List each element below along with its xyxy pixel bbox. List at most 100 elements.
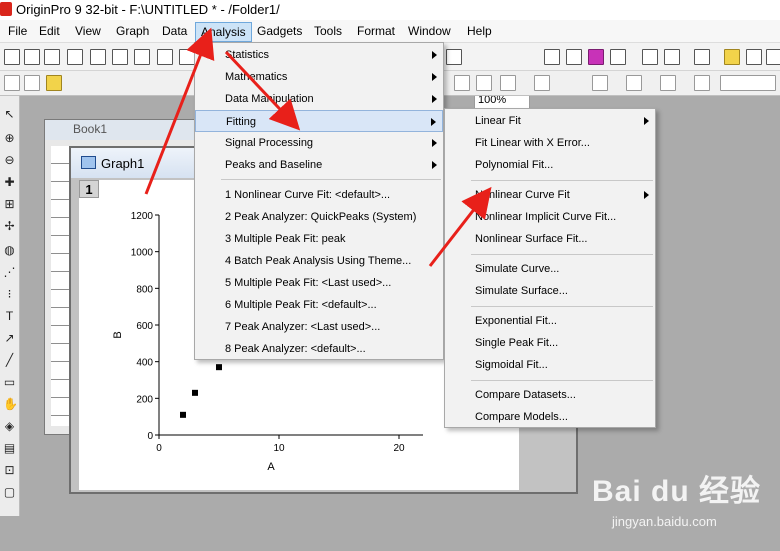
menu-graph[interactable]: Graph [111,23,154,41]
hand-tool-icon[interactable]: ✋ [3,398,18,411]
menu-item-simulate-surface[interactable]: Simulate Surface... [445,280,655,302]
analysis-menu: Statistics Mathematics Data Manipulation Fi… [194,42,444,360]
new-layout-icon[interactable] [134,49,150,65]
menu-data[interactable]: Data [157,23,192,41]
arrow-tool-icon[interactable]: ↗ [3,332,16,345]
box-icon[interactable]: ▢ [3,486,16,499]
line-style-select[interactable] [720,75,776,91]
menu-gadgets[interactable]: Gadgets [252,23,307,41]
duplicate-icon[interactable] [588,49,604,65]
pattern-icon[interactable] [626,75,642,91]
data-selector-icon[interactable]: ✢ [3,220,16,233]
menu-view[interactable]: View [70,23,106,41]
menu-item-compare-datasets[interactable]: Compare Datasets... [445,384,655,406]
menu-tools[interactable]: Tools [309,23,347,41]
paste-icon[interactable] [46,75,62,91]
new-excel-icon[interactable] [44,49,60,65]
copy-icon[interactable] [24,75,40,91]
project-explorer-icon[interactable] [694,49,710,65]
menu-edit[interactable]: Edit [34,23,65,41]
results-log-icon[interactable] [724,49,740,65]
import-wizard-icon[interactable] [446,49,462,65]
font-size-icon[interactable] [454,75,470,91]
menu-item-3-multiple-peak-fit-peak[interactable]: 3 Multiple Peak Fit: peak [195,228,443,250]
menu-item-linear-fit[interactable]: Linear Fit [445,110,655,132]
menu-item-mathematics[interactable]: Mathematics [195,66,443,88]
worksheet-grid[interactable] [51,146,71,426]
menu-item-label: Single Peak Fit... [475,337,559,349]
font-color-icon[interactable] [534,75,550,91]
menu-item-label: 2 Peak Analyzer: QuickPeaks (System) [225,211,417,223]
text-tool-icon[interactable]: T [3,310,16,323]
menu-item-2-peak-analyzer-quickpeaks-system[interactable]: 2 Peak Analyzer: QuickPeaks (System) [195,206,443,228]
menu-item-7-peak-analyzer-last-used[interactable]: 7 Peak Analyzer: <Last used>... [195,316,443,338]
new-project-icon[interactable] [4,49,20,65]
menu-item-simulate-curve[interactable]: Simulate Curve... [445,258,655,280]
line-color-icon[interactable] [660,75,676,91]
menu-item-label: Fitting [226,116,256,128]
new-matrix-icon[interactable] [90,49,106,65]
refresh-icon[interactable] [566,49,582,65]
menu-item-label: Compare Datasets... [475,389,576,401]
draw-data-icon[interactable]: ◍ [3,244,16,257]
print-icon[interactable] [544,49,560,65]
menu-item-sigmoidal-fit[interactable]: Sigmoidal Fit... [445,354,655,376]
notes-icon[interactable]: ▤ [3,442,16,455]
menu-item-nonlinear-curve-fit[interactable]: Nonlinear Curve Fit [445,184,655,206]
menu-item-5-multiple-peak-fit-last-used[interactable]: 5 Multiple Peak Fit: <Last used>... [195,272,443,294]
line-tool-icon[interactable]: ╱ [3,354,16,367]
menu-item-signal-processing[interactable]: Signal Processing [195,132,443,154]
new-graph-icon[interactable] [67,49,83,65]
menu-help[interactable]: Help [462,23,497,41]
menu-item-label: Signal Processing [225,137,314,149]
symbol-icon[interactable] [694,75,710,91]
menu-item-6-multiple-peak-fit-default[interactable]: 6 Multiple Peak Fit: <default>... [195,294,443,316]
menu-item-4-batch-peak-analysis-using-theme[interactable]: 4 Batch Peak Analysis Using Theme... [195,250,443,272]
fill-color-icon[interactable] [592,75,608,91]
zoom-out-icon[interactable]: ⊖ [3,154,16,167]
menu-format[interactable]: Format [352,23,400,41]
command-window-icon[interactable] [664,49,680,65]
menu-window[interactable]: Window [403,23,456,41]
plot-icon[interactable]: ⊡ [3,464,16,477]
screen-reader-icon[interactable]: ✚ [3,176,16,189]
menu-item-compare-models[interactable]: Compare Models... [445,406,655,428]
text-effect-icon[interactable] [500,75,516,91]
menu-item-fitting[interactable]: Fitting [195,110,443,132]
menu-item-label: Mathematics [225,71,288,83]
open-icon[interactable] [179,49,195,65]
pointer-icon[interactable]: ↖ [3,108,16,121]
menu-analysis[interactable]: Analysis [195,22,252,42]
menu-item-polynomial-fit[interactable]: Polynomial Fit... [445,154,655,176]
menu-item-label: 1 Nonlinear Curve Fit: <default>... [225,189,391,201]
menu-item-statistics[interactable]: Statistics [195,44,443,66]
code-builder-icon[interactable] [642,49,658,65]
region-icon[interactable]: ◈ [3,420,16,433]
smart-hint-icon[interactable] [766,49,780,65]
increase-font-icon[interactable] [476,75,492,91]
menu-item-nonlinear-surface-fit[interactable]: Nonlinear Surface Fit... [445,228,655,250]
data-point [192,389,198,396]
messages-log-icon[interactable] [746,49,762,65]
menu-item-fit-linear-with-x-error[interactable]: Fit Linear with X Error... [445,132,655,154]
menu-item-1-nonlinear-curve-fit-default[interactable]: 1 Nonlinear Curve Fit: <default>... [195,184,443,206]
zoom-in-icon[interactable]: ⊕ [3,132,16,145]
cut-icon[interactable] [4,75,20,91]
menu-item-nonlinear-implicit-curve-fit[interactable]: Nonlinear Implicit Curve Fit... [445,206,655,228]
new-worksheet-icon[interactable] [24,49,40,65]
menu-item-exponential-fit[interactable]: Exponential Fit... [445,310,655,332]
menu-item-single-peak-fit[interactable]: Single Peak Fit... [445,332,655,354]
graph1-title: Graph1 [101,156,145,171]
new-function-icon[interactable] [112,49,128,65]
menu-item-8-peak-analyzer-default[interactable]: 8 Peak Analyzer: <default>... [195,338,443,360]
new-notes-icon[interactable] [157,49,173,65]
menu-file[interactable]: File [3,23,32,41]
rectangle-tool-icon[interactable]: ▭ [3,376,16,389]
mask-points-icon[interactable]: ⁝ [3,288,16,301]
menu-item-peaks-and-baseline[interactable]: Peaks and Baseline [195,154,443,176]
data-reader-icon[interactable]: ⊞ [3,198,16,211]
regional-data-selector-icon[interactable]: ⋰ [3,266,16,279]
menu-separator [471,254,653,255]
menu-item-data-manipulation[interactable]: Data Manipulation [195,88,443,110]
film-strip-icon[interactable] [610,49,626,65]
